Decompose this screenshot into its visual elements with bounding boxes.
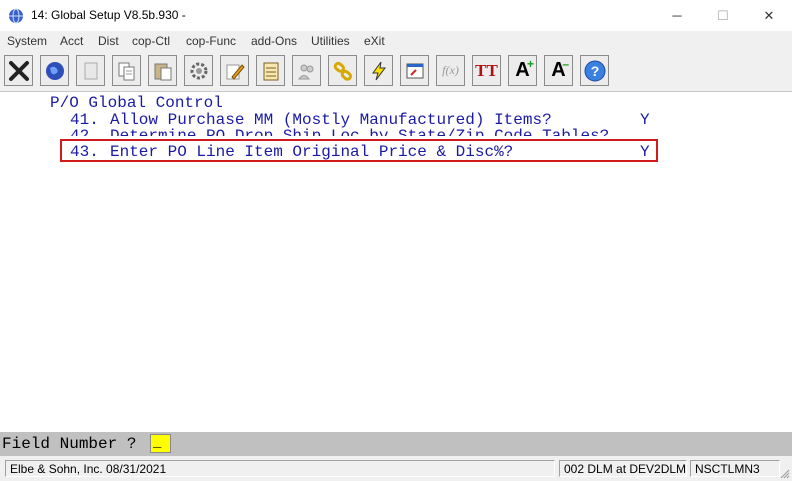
minimize-button[interactable]: ─	[654, 0, 700, 31]
function-icon: f(x)	[442, 63, 459, 77]
notepad-button[interactable]	[256, 55, 285, 86]
globe-icon	[45, 61, 64, 80]
menu-dist[interactable]: Dist	[98, 34, 119, 48]
item-41-number: 41.	[70, 111, 99, 129]
toolbar: f(x) TT A + A – ?	[0, 52, 792, 92]
window-title: 14: Global Setup V8.5b.930 -	[31, 8, 186, 22]
menu-add-ons[interactable]: add-Ons	[251, 34, 297, 48]
item-42-number: 42.	[70, 128, 99, 136]
settings-button[interactable]	[184, 55, 213, 86]
blank-page-button[interactable]	[76, 55, 105, 86]
minus-badge: –	[562, 57, 569, 71]
lightning-icon	[371, 61, 386, 80]
minimize-icon: ─	[672, 8, 682, 23]
menu-system[interactable]: System	[7, 34, 47, 48]
paste-icon	[154, 63, 171, 80]
menu-cop-ctl[interactable]: cop-Ctl	[132, 34, 170, 48]
blank-page-icon	[84, 62, 97, 79]
menu-bar: System Acct Dist cop-Ctl cop-Func add-On…	[0, 31, 792, 53]
field-number-label: Field Number ?	[2, 435, 137, 453]
settings-gear-icon	[190, 62, 207, 79]
item-42-text[interactable]: Determine PO Drop Ship Loc by State/Zip …	[110, 128, 609, 136]
menu-exit[interactable]: eXit	[364, 34, 385, 48]
app-globe-icon	[9, 8, 23, 24]
link-button[interactable]	[328, 55, 357, 86]
users-button[interactable]	[292, 55, 321, 86]
font-style-button[interactable]: TT	[472, 55, 501, 86]
field-prompt-bar: Field Number ? _	[0, 432, 792, 456]
field-number-input[interactable]: _	[150, 434, 171, 453]
window-button[interactable]	[400, 55, 429, 86]
link-chain-icon	[333, 61, 352, 81]
item-41-value[interactable]: Y	[640, 112, 650, 129]
window-icon	[406, 63, 423, 78]
notepad-icon	[263, 62, 278, 80]
edit-pencil-icon	[226, 63, 245, 80]
item-41-text[interactable]: Allow Purchase MM (Mostly Manufactured) …	[110, 112, 552, 129]
help-button[interactable]: ?	[580, 55, 609, 86]
copy-button[interactable]	[112, 55, 141, 86]
title-bar: 14: Global Setup V8.5b.930 - ─ ☐ ✕	[0, 0, 792, 31]
maximize-icon: ☐	[717, 7, 729, 23]
status-session: 002 DLM at DEV2DLM	[559, 460, 687, 477]
status-company: Elbe & Sohn, Inc. 08/31/2021	[5, 460, 555, 477]
plus-badge: +	[526, 57, 534, 71]
function-button[interactable]: f(x)	[436, 55, 465, 86]
users-icon	[297, 64, 313, 79]
close-x-button[interactable]	[4, 55, 33, 86]
paste-button[interactable]	[148, 55, 177, 86]
help-icon: ?	[584, 60, 605, 81]
font-style-icon: TT	[475, 60, 498, 80]
menu-cop-func[interactable]: cop-Func	[186, 34, 236, 48]
status-code: NSCTLMN3	[690, 460, 780, 477]
globe-button[interactable]	[40, 55, 69, 86]
highlight-box	[60, 139, 658, 162]
close-icon: ✕	[763, 7, 775, 23]
lightning-button[interactable]	[364, 55, 393, 86]
maximize-button[interactable]: ☐	[700, 0, 746, 31]
item-42-clip: 42. Determine PO Drop Ship Loc by State/…	[0, 128, 792, 136]
svg-text:?: ?	[590, 63, 599, 79]
status-bar: Elbe & Sohn, Inc. 08/31/2021 002 DLM at …	[0, 456, 792, 481]
menu-acct[interactable]: Acct	[60, 34, 83, 48]
edit-button[interactable]	[220, 55, 249, 86]
font-increase-button[interactable]: A +	[508, 55, 537, 86]
close-button[interactable]: ✕	[746, 0, 792, 31]
menu-utilities[interactable]: Utilities	[311, 34, 350, 48]
font-decrease-button[interactable]: A –	[544, 55, 573, 86]
close-x-icon	[8, 60, 29, 81]
screen-heading: P/O Global Control	[50, 94, 223, 112]
copy-icon	[118, 62, 134, 80]
resize-grip-icon[interactable]	[780, 469, 790, 479]
